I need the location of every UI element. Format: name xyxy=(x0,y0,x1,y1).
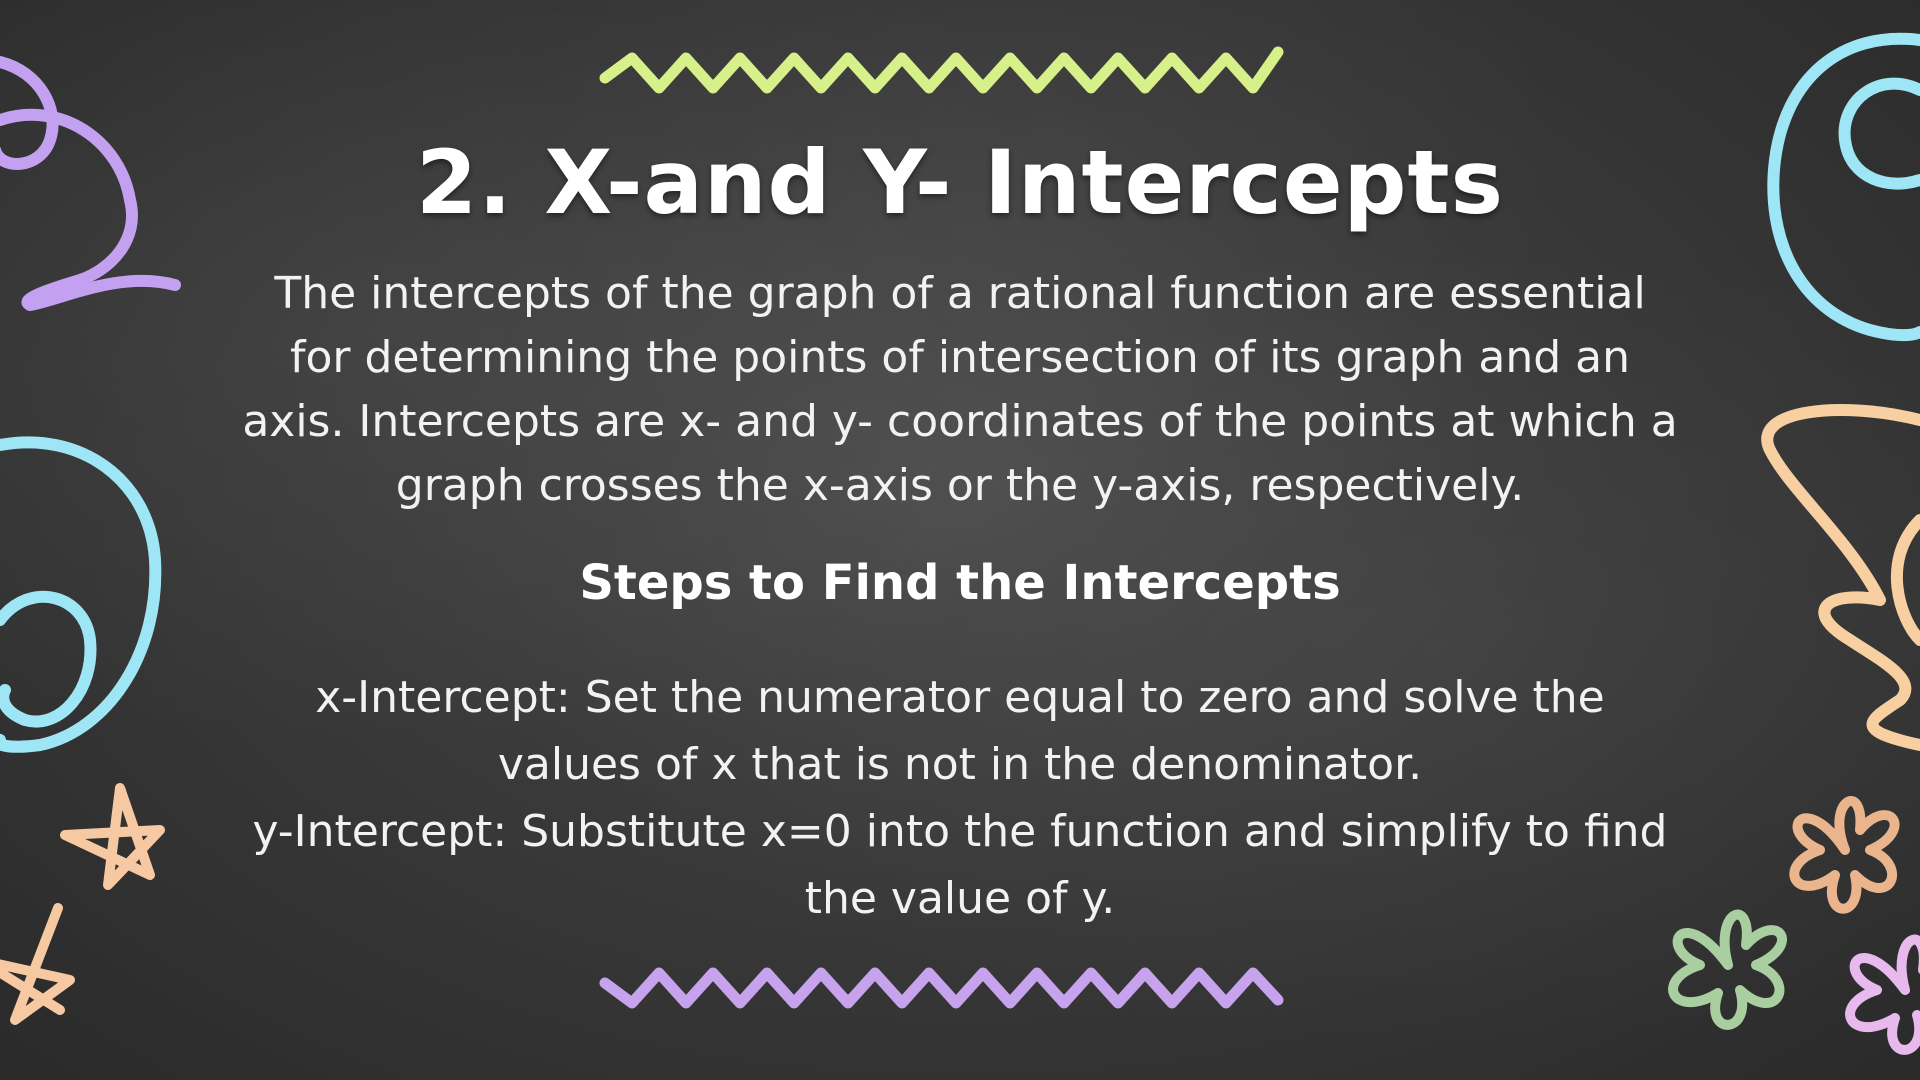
star-icon xyxy=(0,903,75,1025)
steps-heading: Steps to Find the Intercepts xyxy=(579,555,1341,611)
zigzag-top xyxy=(599,46,1284,94)
zigzag-bottom xyxy=(599,967,1284,1009)
star-icon xyxy=(60,783,165,890)
intro-paragraph: The intercepts of the graph of a rationa… xyxy=(242,268,1678,511)
flower-icon xyxy=(1789,796,1900,914)
step-y-intercept: y-Intercept: Substitute x=0 into the fun… xyxy=(252,806,1668,924)
flower-icon xyxy=(1845,934,1920,1055)
slide-title: 2. X-and Y- Intercepts xyxy=(416,131,1504,234)
flower-icon xyxy=(1668,909,1787,1030)
step-x-intercept: x-Intercept: Set the numerator equal to … xyxy=(315,672,1605,790)
steps-list: x-Intercept: Set the numerator equal to … xyxy=(240,664,1680,932)
